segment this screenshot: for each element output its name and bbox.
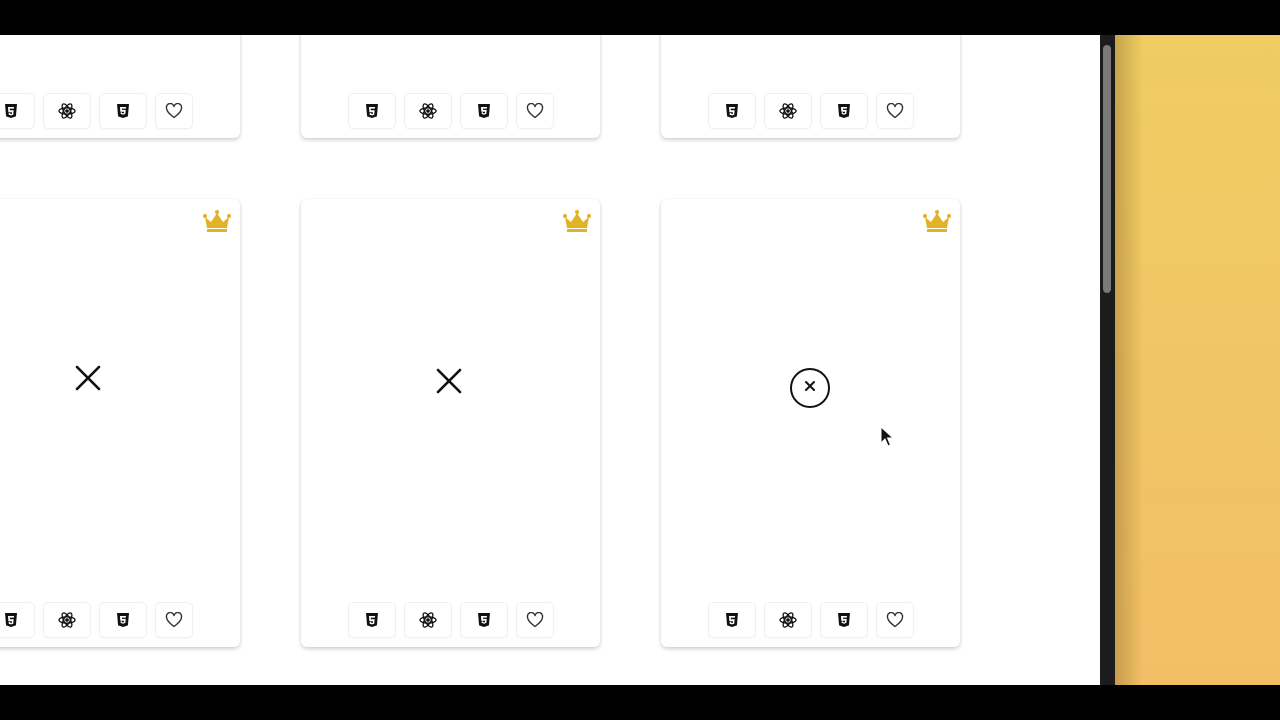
html5-icon	[364, 103, 380, 119]
html5-icon	[364, 612, 380, 628]
component-card[interactable]	[301, 199, 600, 647]
react-button[interactable]	[404, 94, 451, 128]
react-icon	[778, 101, 798, 121]
react-button[interactable]	[44, 603, 90, 637]
component-card[interactable]	[661, 199, 960, 647]
card-actions	[708, 603, 913, 637]
css3-icon	[476, 612, 492, 628]
html5-icon	[3, 103, 19, 119]
top-letterbox	[0, 0, 1280, 35]
x-icon	[435, 367, 463, 400]
card-actions	[0, 603, 192, 637]
html5-button[interactable]	[0, 603, 34, 637]
desktop-wallpaper	[1115, 35, 1280, 685]
page-viewport	[0, 35, 1100, 685]
html5-icon	[3, 612, 19, 628]
crown-icon	[562, 209, 592, 233]
css3-button[interactable]	[100, 94, 146, 128]
css3-icon	[836, 103, 852, 119]
html5-button[interactable]	[708, 94, 755, 128]
html5-button[interactable]	[708, 603, 755, 637]
css3-button[interactable]	[460, 94, 507, 128]
html5-icon	[724, 103, 740, 119]
heart-icon	[165, 103, 183, 119]
css3-icon	[836, 612, 852, 628]
react-icon	[418, 101, 438, 121]
react-button[interactable]	[44, 94, 90, 128]
css3-button[interactable]	[820, 94, 867, 128]
react-button[interactable]	[764, 603, 811, 637]
html5-icon	[724, 612, 740, 628]
card-actions	[348, 603, 553, 637]
css3-button[interactable]	[820, 603, 867, 637]
x-circle-icon	[804, 379, 816, 397]
close-circle-button[interactable]	[790, 368, 830, 408]
heart-icon	[886, 612, 904, 628]
component-card[interactable]	[301, 35, 600, 138]
react-button[interactable]	[764, 94, 811, 128]
scrollbar-thumb[interactable]	[1103, 45, 1111, 293]
crown-icon	[922, 209, 952, 233]
react-icon	[778, 610, 798, 630]
react-icon	[57, 101, 77, 121]
favorite-button[interactable]	[156, 94, 192, 128]
html5-button[interactable]	[348, 94, 395, 128]
css3-icon	[476, 103, 492, 119]
component-card[interactable]	[0, 199, 240, 647]
card-actions	[0, 94, 192, 128]
bottom-letterbox	[0, 685, 1280, 720]
css3-icon	[115, 612, 131, 628]
favorite-button[interactable]	[516, 603, 553, 637]
favorite-button[interactable]	[516, 94, 553, 128]
heart-icon	[165, 612, 183, 628]
crown-icon	[202, 209, 232, 233]
favorite-button[interactable]	[156, 603, 192, 637]
css3-button[interactable]	[100, 603, 146, 637]
css3-button[interactable]	[460, 603, 507, 637]
component-card[interactable]	[0, 35, 240, 138]
card-actions	[348, 94, 553, 128]
css3-icon	[115, 103, 131, 119]
heart-icon	[526, 103, 544, 119]
favorite-button[interactable]	[876, 94, 913, 128]
component-card[interactable]	[661, 35, 960, 138]
favorite-button[interactable]	[876, 603, 913, 637]
heart-icon	[886, 103, 904, 119]
html5-button[interactable]	[0, 94, 34, 128]
html5-button[interactable]	[348, 603, 395, 637]
heart-icon	[526, 612, 544, 628]
vertical-scrollbar[interactable]	[1100, 35, 1115, 685]
react-icon	[57, 610, 77, 630]
react-icon	[418, 610, 438, 630]
x-icon	[74, 364, 102, 397]
mouse-cursor-icon	[880, 426, 894, 447]
react-button[interactable]	[404, 603, 451, 637]
card-actions	[708, 94, 913, 128]
